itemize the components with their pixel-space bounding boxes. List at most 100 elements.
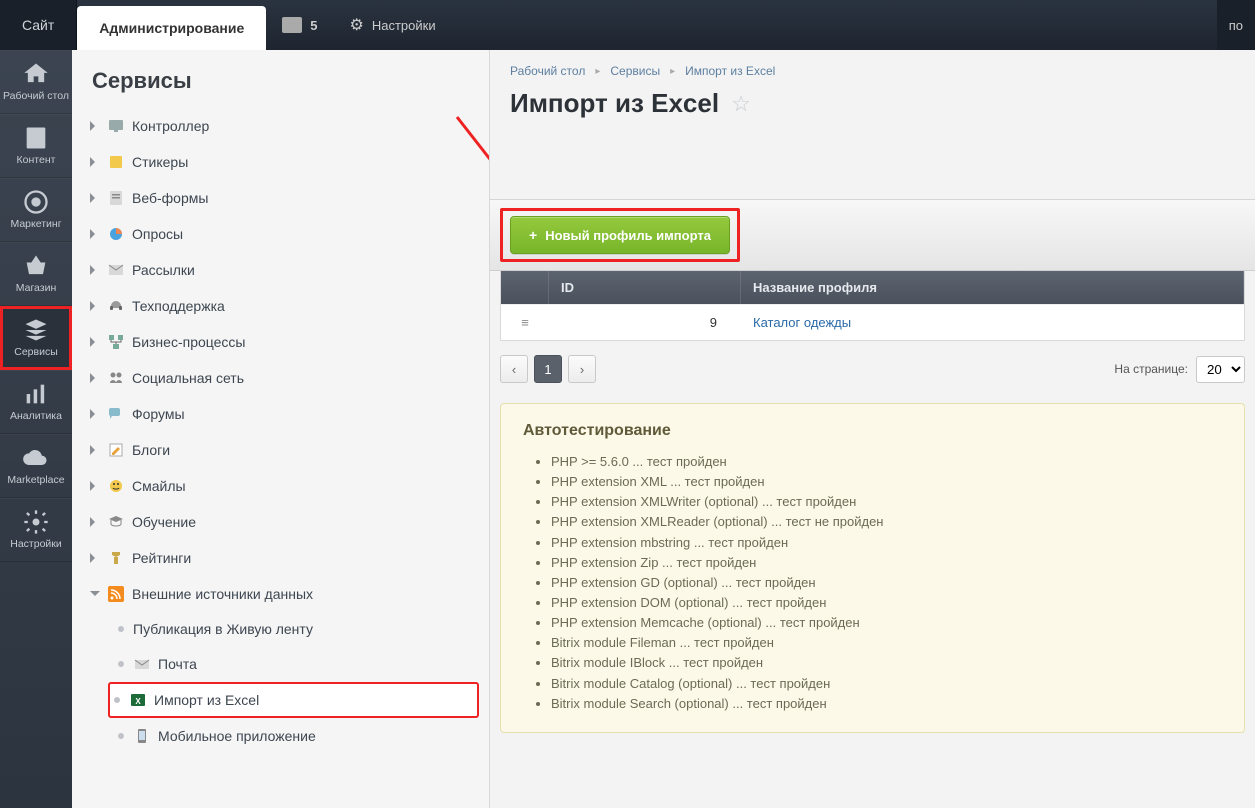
rail-desktop[interactable]: Рабочий стол [0, 50, 72, 114]
rail-content[interactable]: Контент [0, 114, 72, 178]
tree-label: Мобильное приложение [158, 728, 316, 744]
autotest-panel: Автотестирование PHP >= 5.6.0 ... тест п… [500, 403, 1245, 733]
tree-label: Техподдержка [132, 298, 225, 314]
content-icon [22, 126, 50, 150]
tree-label: Внешние источники данных [132, 586, 313, 602]
rss-icon [107, 585, 125, 603]
th-name[interactable]: Название профиля [741, 271, 1244, 304]
tree-item[interactable]: Бизнес-процессы [86, 324, 479, 360]
caret-icon [90, 553, 100, 563]
tree-item[interactable]: Рейтинги [86, 540, 479, 576]
social-icon [107, 369, 125, 387]
tree-item[interactable]: Веб-формы [86, 180, 479, 216]
tree-item[interactable]: Стикеры [86, 144, 479, 180]
row-menu-icon[interactable]: ≡ [501, 305, 549, 340]
tree-item[interactable]: Смайлы [86, 468, 479, 504]
notifications[interactable]: 5 [266, 0, 333, 50]
sticker-icon [107, 153, 125, 171]
breadcrumb: Рабочий стол ▸ Сервисы ▸ Импорт из Excel [490, 64, 1255, 88]
tree-subitem[interactable]: Почта [108, 646, 479, 682]
caret-icon [90, 445, 100, 455]
main: Рабочий стол ▸ Сервисы ▸ Импорт из Excel… [490, 50, 1255, 808]
caret-icon [90, 157, 100, 167]
bullet-icon [118, 661, 124, 667]
crumb[interactable]: Рабочий стол [510, 64, 585, 78]
tree-label: Смайлы [132, 478, 186, 494]
page-next-button[interactable]: › [568, 355, 596, 383]
caret-icon [90, 265, 100, 275]
caret-icon [90, 121, 100, 131]
smiles-icon [107, 477, 125, 495]
new-profile-label: Новый профиль импорта [545, 228, 711, 243]
autotest-item: Bitrix module Catalog (optional) ... тес… [551, 674, 1222, 694]
left-rail: Рабочий стол Контент Маркетинг Магазин С… [0, 50, 72, 808]
rail-settings[interactable]: Настройки [0, 498, 72, 562]
mail-icon [107, 261, 125, 279]
caret-icon [90, 337, 100, 347]
top-settings[interactable]: ⚙ Настройки [334, 0, 452, 50]
new-import-profile-button[interactable]: + Новый профиль импорта [510, 216, 730, 254]
page-prev-button[interactable]: ‹ [500, 355, 528, 383]
forums-icon [107, 405, 125, 423]
notif-count: 5 [310, 18, 317, 33]
mobile-icon [133, 727, 151, 745]
tree-subitem[interactable]: Мобильное приложение [108, 718, 479, 754]
polls-icon [107, 225, 125, 243]
pagination: ‹ 1 › На странице: 20 [490, 341, 1255, 397]
tab-admin[interactable]: Администрирование [77, 6, 266, 50]
page-number[interactable]: 1 [534, 355, 562, 383]
tree-label: Стикеры [132, 154, 188, 170]
tab-site[interactable]: Сайт [0, 0, 77, 50]
caret-icon [90, 517, 100, 527]
rail-analytics[interactable]: Аналитика [0, 370, 72, 434]
tree-item[interactable]: Опросы [86, 216, 479, 252]
top-settings-label: Настройки [372, 18, 436, 33]
blogs-icon [107, 441, 125, 459]
crumb[interactable]: Сервисы [610, 64, 660, 78]
rail-marketing[interactable]: Маркетинг [0, 178, 72, 242]
autotest-item: PHP extension Zip ... тест пройден [551, 553, 1222, 573]
tree-subitem[interactable]: X Импорт из Excel [108, 682, 479, 718]
mailbox-icon [133, 655, 151, 673]
tree-label: Опросы [132, 226, 183, 242]
caret-icon [90, 373, 100, 383]
learning-icon [107, 513, 125, 531]
caret-icon [90, 193, 100, 203]
tree-item[interactable]: Контроллер [86, 108, 479, 144]
row-name-link[interactable]: Каталог одежды [753, 315, 851, 330]
th-id[interactable]: ID [549, 271, 741, 304]
favorite-star-icon[interactable]: ☆ [731, 91, 751, 117]
tree-label: Блоги [132, 442, 170, 458]
forms-icon [107, 189, 125, 207]
rail-label: Marketplace [7, 474, 64, 486]
perpage-select[interactable]: 20 [1196, 356, 1245, 383]
gear-icon: ⚙ [350, 15, 364, 35]
rail-label: Аналитика [10, 410, 62, 422]
autotest-item: PHP extension Memcache (optional) ... те… [551, 613, 1222, 633]
rail-shop[interactable]: Магазин [0, 242, 72, 306]
tree-item[interactable]: Форумы [86, 396, 479, 432]
basket-icon [22, 254, 50, 278]
tree-label: Публикация в Живую ленту [133, 621, 313, 637]
tree-subitem[interactable]: Публикация в Живую ленту [108, 612, 479, 646]
caret-icon [90, 409, 100, 419]
chevron-right-icon: ▸ [595, 66, 600, 77]
tree-item[interactable]: Техподдержка [86, 288, 479, 324]
caret-icon [90, 301, 100, 311]
table-row[interactable]: ≡ 9 Каталог одежды [501, 304, 1244, 340]
rail-services[interactable]: Сервисы [0, 306, 72, 370]
top-right[interactable]: по [1217, 0, 1255, 50]
layers-icon [22, 318, 50, 342]
tree-label: Форумы [132, 406, 185, 422]
tree-item-external[interactable]: Внешние источники данных [86, 576, 479, 612]
tree-item[interactable]: Обучение [86, 504, 479, 540]
tree-item[interactable]: Блоги [86, 432, 479, 468]
crumb[interactable]: Импорт из Excel [685, 64, 775, 78]
autotest-item: Bitrix module IBlock ... тест пройден [551, 653, 1222, 673]
tree-item[interactable]: Рассылки [86, 252, 479, 288]
rail-marketplace[interactable]: Marketplace [0, 434, 72, 498]
chart-icon [22, 382, 50, 406]
tree-label: Бизнес-процессы [132, 334, 245, 350]
tree-item[interactable]: Социальная сеть [86, 360, 479, 396]
th-actions [501, 271, 549, 304]
